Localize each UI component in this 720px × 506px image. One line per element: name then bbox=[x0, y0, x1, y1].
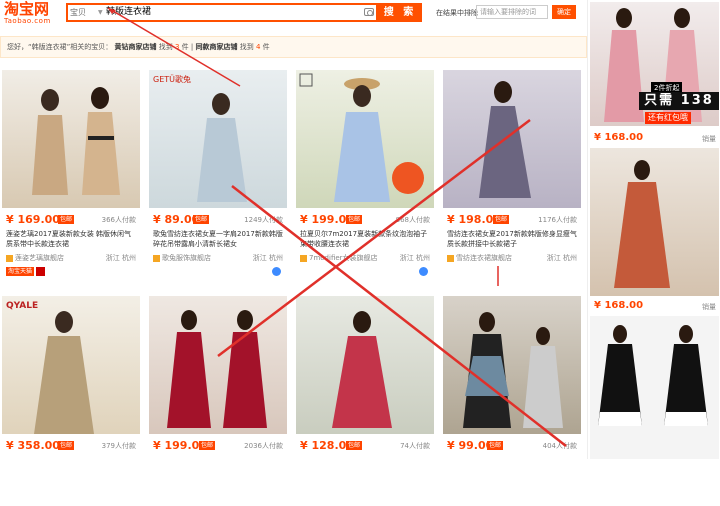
free-shipping-badge: 包邮 bbox=[199, 441, 216, 450]
product-title[interactable]: 歌兔雪纺连衣裙女夏一字肩2017新款韩版碎花吊带露肩小清新长裙女 bbox=[153, 229, 285, 249]
tmall-icon bbox=[36, 267, 45, 276]
product-image[interactable] bbox=[149, 296, 287, 434]
product-image[interactable] bbox=[2, 70, 140, 208]
product-card[interactable]: ¥ 128.00 包邮 74人付款 bbox=[296, 296, 434, 506]
product-price: ¥ 358.00 bbox=[6, 439, 60, 452]
sold-count: 74人付款 bbox=[400, 442, 430, 450]
notice-unit-2: 件 bbox=[262, 43, 270, 51]
product-card[interactable]: QYALE ¥ 358.00 包邮 379人付款 bbox=[2, 296, 140, 506]
verified-icon bbox=[419, 267, 428, 276]
notice-found-1: 找到 bbox=[158, 43, 173, 51]
shop-name[interactable]: 7modifier女装旗舰店 bbox=[300, 253, 378, 263]
recommend-column: ¥ 168.00 销量 ¥ 168.00 销量 bbox=[587, 0, 720, 459]
product-card[interactable]: ¥ 169.00 包邮 366人付款 莲姿艺璃2017夏装新款女装 韩版休闲气质… bbox=[2, 70, 140, 280]
search-category-select[interactable]: 宝贝 bbox=[70, 7, 100, 19]
search-button[interactable]: 搜 索 bbox=[378, 3, 422, 22]
sold-count: 1176人付款 bbox=[538, 216, 577, 224]
shop-name-text[interactable]: 7modifier女装旗舰店 bbox=[309, 254, 378, 262]
free-shipping-badge: 包邮 bbox=[58, 215, 75, 224]
product-card[interactable]: ¥ 198.00 包邮 1176人付款 雪纺连衣裙女夏2017新款韩版修身显瘦气… bbox=[443, 70, 581, 280]
free-shipping-badge: 包邮 bbox=[58, 441, 75, 450]
free-shipping-badge: 包邮 bbox=[346, 215, 363, 224]
svg-text:GETÜ歌兔: GETÜ歌兔 bbox=[153, 74, 191, 84]
shop-name[interactable]: 雪纺连衣裙旗舰店 bbox=[447, 253, 512, 263]
sold-count: 379人付款 bbox=[101, 442, 136, 450]
location: 浙江 杭州 bbox=[399, 254, 430, 262]
recommend-sales: 销量 bbox=[702, 303, 716, 311]
recommend-sales: 销量 bbox=[702, 135, 716, 143]
shop-name-text[interactable]: 雪纺连衣裙旗舰店 bbox=[456, 254, 512, 262]
sold-count: 366人付款 bbox=[101, 216, 136, 224]
exclude-confirm-button[interactable]: 确定 bbox=[552, 5, 576, 19]
sold-count: 2036人付款 bbox=[244, 442, 283, 450]
free-shipping-badge: 包邮 bbox=[487, 441, 504, 450]
product-title[interactable]: 雪纺连衣裙女夏2017新款韩版修身显瘦气质长款拼接中长款裙子 bbox=[447, 229, 579, 249]
search-input[interactable] bbox=[106, 5, 356, 20]
sold-count: 868人付款 bbox=[395, 216, 430, 224]
notice-found-2: 找到 bbox=[239, 43, 254, 51]
recommend-price: ¥ 168.00 bbox=[594, 300, 644, 311]
free-shipping-badge: 包邮 bbox=[193, 215, 210, 224]
recommend-image[interactable] bbox=[590, 316, 719, 459]
shop-name[interactable]: 歌兔服饰旗舰店 bbox=[153, 253, 211, 263]
notice-count-1: 3 bbox=[174, 43, 180, 51]
promo-line-3: 还有红包哦 bbox=[645, 112, 691, 124]
product-image[interactable] bbox=[296, 70, 434, 208]
verified-icon bbox=[272, 267, 281, 276]
free-shipping-badge: 包邮 bbox=[493, 215, 510, 224]
product-card[interactable]: GETÜ歌兔 ¥ 89.00 包邮 1249人付款 歌兔雪纺连衣裙女夏一字肩20… bbox=[149, 70, 287, 280]
location: 浙江 杭州 bbox=[105, 254, 136, 262]
taobao-logo[interactable]: 淘宝网 bbox=[4, 2, 49, 17]
shop-icon bbox=[300, 254, 307, 262]
chevron-down-icon: ▼ bbox=[98, 9, 103, 16]
product-title[interactable]: 莲姿艺璃2017夏装新款女装 韩版休闲气质系带中长款连衣裙 bbox=[6, 229, 138, 249]
taobao-logo-sub: Taobao.com bbox=[4, 17, 51, 25]
notice-count-2: 4 bbox=[255, 43, 261, 51]
search-box: 宝贝 ▼ bbox=[66, 3, 378, 22]
filter-label: 在结果中排除 bbox=[436, 9, 478, 17]
sold-count: 1249人付款 bbox=[244, 216, 283, 224]
shop-name[interactable]: 莲姿艺璃旗舰店 bbox=[6, 253, 64, 263]
sold-count: 404人付款 bbox=[542, 442, 577, 450]
product-title[interactable]: 拉夏贝尔7m2017夏装新款条纹泡泡袖子束带收腰连衣裙 bbox=[300, 229, 432, 249]
exclude-input[interactable]: 请输入要排除的词 bbox=[476, 5, 548, 19]
notice-link-same-shops[interactable]: 同款商家店铺 bbox=[196, 43, 238, 51]
svg-text:QYALE: QYALE bbox=[6, 301, 38, 311]
shop-name-text[interactable]: 歌兔服饰旗舰店 bbox=[162, 254, 211, 262]
shop-icon bbox=[153, 254, 160, 262]
recommend-image[interactable] bbox=[590, 148, 719, 296]
product-price: ¥ 169.00 bbox=[6, 213, 60, 226]
product-image[interactable] bbox=[443, 70, 581, 208]
shop-icon bbox=[447, 254, 454, 262]
recommend-price: ¥ 168.00 bbox=[594, 132, 644, 143]
camera-icon[interactable] bbox=[364, 8, 374, 16]
product-image[interactable]: GETÜ歌兔 bbox=[149, 70, 287, 208]
product-card[interactable]: ¥ 99.00 包邮 404人付款 bbox=[443, 296, 581, 506]
notice-bar: 您好，“韩版连衣裙”相关的宝贝： 黄钻商家店铺 找到 3 件 | 同款商家店铺 … bbox=[0, 36, 587, 58]
product-image[interactable]: QYALE bbox=[2, 296, 140, 434]
promo-overlay: 2件折起 只需 138 还有红包哦 bbox=[639, 82, 719, 126]
location: 浙江 杭州 bbox=[546, 254, 577, 262]
notice-unit-1: 件 bbox=[181, 43, 189, 51]
header: 淘宝网 Taobao.com 宝贝 ▼ 搜 索 在结果中排除 请输入要排除的词 … bbox=[0, 0, 587, 30]
free-shipping-badge: 包邮 bbox=[346, 441, 363, 450]
shop-icon bbox=[6, 254, 13, 262]
product-image[interactable] bbox=[296, 296, 434, 434]
product-image[interactable] bbox=[443, 296, 581, 434]
shop-name-text[interactable]: 莲姿艺璃旗舰店 bbox=[15, 254, 64, 262]
service-tag: 淘宝天猫 bbox=[6, 267, 35, 276]
promo-line-2: 只需 138 bbox=[639, 92, 719, 110]
notice-prefix: 您好，“韩版连衣裙”相关的宝贝： bbox=[7, 43, 113, 51]
location: 浙江 杭州 bbox=[252, 254, 283, 262]
notice-link-diamond-shops[interactable]: 黄钻商家店铺 bbox=[115, 43, 157, 51]
product-card[interactable]: ¥ 199.00 包邮 868人付款 拉夏贝尔7m2017夏装新款条纹泡泡袖子束… bbox=[296, 70, 434, 280]
product-card[interactable]: ¥ 199.00 包邮 2036人付款 bbox=[149, 296, 287, 506]
